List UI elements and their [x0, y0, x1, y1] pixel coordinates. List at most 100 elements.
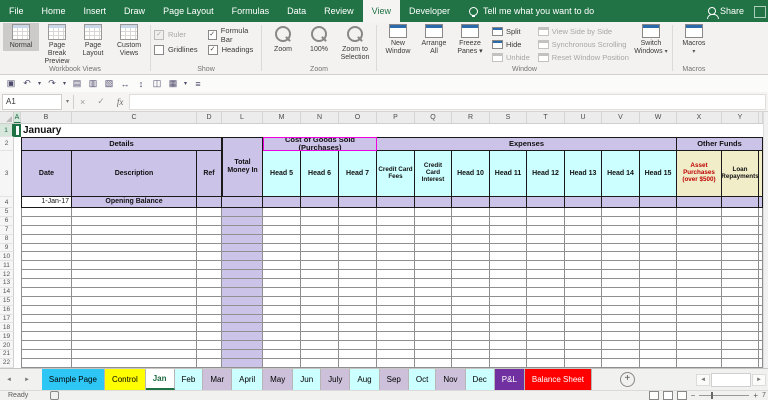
macros-button[interactable]: Macros ▾ [676, 23, 712, 57]
cell[interactable] [197, 225, 222, 235]
cell[interactable] [527, 350, 565, 359]
cancel-button[interactable]: × [74, 97, 91, 107]
row-header-18[interactable]: 18 [0, 323, 14, 333]
cell[interactable] [565, 305, 602, 315]
cell[interactable] [197, 216, 222, 226]
cell[interactable] [21, 341, 72, 350]
sheet-tab-dec[interactable]: Dec [465, 369, 495, 390]
cell[interactable] [197, 197, 222, 208]
column-header-t[interactable]: T [527, 112, 565, 123]
cell[interactable] [339, 323, 377, 333]
cell[interactable] [490, 296, 527, 306]
horizontal-scrollbar[interactable]: ◄ ► [696, 372, 766, 387]
headings-checkbox[interactable]: ✓ Headings [207, 42, 258, 57]
cell[interactable] [490, 216, 527, 226]
cell[interactable] [263, 305, 301, 315]
cell[interactable] [490, 287, 527, 297]
cell[interactable] [640, 197, 677, 208]
header-cell-description[interactable]: Description [72, 151, 197, 197]
cell-a-empty[interactable] [14, 315, 21, 324]
header-cell-head-10[interactable]: Head 10 [452, 151, 490, 197]
cell[interactable] [677, 358, 722, 368]
column-header-l[interactable]: L [222, 112, 263, 123]
select-all-corner[interactable] [0, 112, 14, 123]
cell[interactable] [565, 358, 602, 368]
cell[interactable] [452, 358, 490, 368]
cell-a-empty[interactable] [14, 279, 21, 288]
cell[interactable] [415, 261, 452, 271]
cell[interactable] [263, 243, 301, 253]
cell[interactable] [640, 225, 677, 235]
row-header-9[interactable]: 9 [0, 243, 14, 253]
cell[interactable] [72, 216, 197, 226]
cell[interactable] [602, 296, 640, 306]
cell[interactable] [21, 234, 72, 244]
macro-record-icon[interactable] [50, 391, 60, 400]
cell-a-empty[interactable] [14, 151, 21, 197]
cell[interactable] [377, 243, 415, 253]
cell[interactable] [527, 208, 565, 217]
cell[interactable] [490, 314, 527, 324]
cell[interactable] [301, 234, 339, 244]
cell[interactable] [452, 287, 490, 297]
cell[interactable] [527, 270, 565, 279]
cell[interactable] [339, 341, 377, 350]
cell[interactable] [339, 208, 377, 217]
cell[interactable] [722, 252, 759, 262]
custom-views-button[interactable]: Custom Views [111, 23, 147, 59]
cell-a1-selected[interactable] [14, 124, 21, 137]
cell[interactable] [602, 234, 640, 244]
cell[interactable] [197, 305, 222, 315]
sheet-tab-sample-page[interactable]: Sample Page [41, 369, 105, 390]
column-header-y[interactable]: Y [722, 112, 759, 123]
ribbon-tab-page-layout[interactable]: Page Layout [154, 0, 223, 22]
group-header-other-funds[interactable]: Other Funds [677, 137, 763, 151]
cell[interactable] [602, 216, 640, 226]
cell-a-empty[interactable] [14, 137, 21, 151]
cell[interactable] [415, 279, 452, 288]
cell[interactable] [677, 287, 722, 297]
cell[interactable] [21, 314, 72, 324]
cell[interactable] [565, 279, 602, 288]
cell[interactable] [197, 279, 222, 288]
cell[interactable] [490, 243, 527, 253]
cell[interactable] [21, 252, 72, 262]
cell[interactable] [722, 305, 759, 315]
sheet-tab-mar[interactable]: Mar [203, 369, 233, 390]
cell[interactable] [339, 314, 377, 324]
cell[interactable] [490, 234, 527, 244]
cell[interactable] [377, 287, 415, 297]
cell[interactable] [452, 332, 490, 342]
cell[interactable] [301, 208, 339, 217]
cell[interactable] [565, 350, 602, 359]
cell-a-empty[interactable] [14, 350, 21, 359]
cell[interactable] [339, 252, 377, 262]
sheet-tab-july[interactable]: July [321, 369, 351, 390]
tell-me-box[interactable]: Tell me what you want to do [459, 0, 604, 22]
hide-button[interactable]: Hide [492, 38, 530, 51]
cell[interactable] [677, 332, 722, 342]
cell-a-empty[interactable] [14, 226, 21, 235]
cell[interactable] [377, 197, 415, 208]
cell[interactable] [72, 358, 197, 368]
cell-a-empty[interactable] [14, 359, 21, 368]
cell[interactable] [377, 252, 415, 262]
normal-view-icon[interactable] [648, 391, 659, 400]
cell[interactable] [21, 305, 72, 315]
cell[interactable] [197, 314, 222, 324]
cell[interactable] [377, 234, 415, 244]
cell[interactable] [527, 261, 565, 271]
cell-a-empty[interactable] [14, 217, 21, 226]
redo-dropdown-icon[interactable]: ▾ [61, 80, 68, 87]
cell[interactable] [490, 323, 527, 333]
cell[interactable] [21, 332, 72, 342]
zoom-to-selection-button[interactable]: Zoom to Selection [337, 23, 373, 63]
zoom-button[interactable]: Zoom [265, 23, 301, 55]
cell[interactable] [602, 350, 640, 359]
sheet-tab-feb[interactable]: Feb [174, 369, 204, 390]
cell[interactable] [263, 341, 301, 350]
cell[interactable] [301, 332, 339, 342]
cell[interactable] [452, 305, 490, 315]
cell[interactable] [415, 323, 452, 333]
cell[interactable] [197, 270, 222, 279]
